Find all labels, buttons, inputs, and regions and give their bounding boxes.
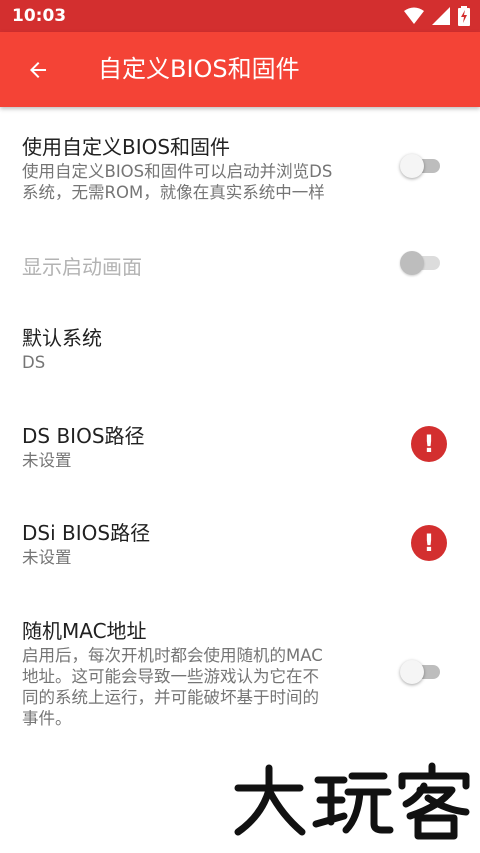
status-icons	[404, 6, 470, 26]
error-icon: !	[411, 525, 447, 561]
pref-ds-bios-path[interactable]: DS BIOS路径 未设置 !	[0, 405, 480, 495]
pref-summary-line: 启用后，每次开机时都会使用随机的MAC	[22, 646, 323, 665]
pref-summary: DS	[22, 353, 46, 372]
pref-dsi-bios-path[interactable]: DSi BIOS路径 未设置 !	[0, 503, 480, 593]
battery-charging-icon	[458, 6, 470, 26]
wifi-icon	[404, 7, 424, 24]
arrow-back-icon	[30, 62, 46, 78]
pref-title: DS BIOS路径	[22, 424, 145, 448]
pref-default-system[interactable]: 默认系统 DS	[0, 310, 480, 400]
use-custom-bios-switch[interactable]	[400, 152, 444, 180]
pref-summary-line: 同的系统上运行，并可能破坏基于时间的	[22, 688, 319, 707]
switch-thumb	[400, 154, 424, 178]
pref-title: DSi BIOS路径	[22, 521, 151, 545]
pref-summary: 未设置	[22, 548, 72, 567]
pref-title: 显示启动画面	[22, 255, 142, 279]
switch-thumb	[400, 660, 424, 684]
pref-show-boot-screen[interactable]: 显示启动画面	[0, 225, 480, 305]
pref-summary-line: 事件。	[22, 709, 72, 728]
watermark-logo	[234, 762, 470, 840]
show-boot-screen-switch[interactable]	[400, 249, 444, 277]
pref-title: 使用自定义BIOS和固件	[22, 135, 231, 159]
cell-signal-icon	[432, 7, 450, 25]
random-mac-switch[interactable]	[400, 658, 444, 686]
switch-thumb	[400, 251, 424, 275]
pref-summary-line: 使用自定义BIOS和固件可以启动并浏览DS	[22, 162, 333, 181]
pref-title: 默认系统	[22, 326, 102, 350]
error-icon: !	[411, 426, 447, 462]
status-time: 10:03	[12, 6, 67, 26]
pref-random-mac[interactable]: 随机MAC地址 启用后，每次开机时都会使用随机的MAC 地址。这可能会导致一些游…	[0, 603, 480, 753]
status-bar: 10:03	[0, 0, 480, 32]
page-title: 自定义BIOS和固件	[98, 55, 300, 83]
pref-title: 随机MAC地址	[22, 619, 147, 643]
back-button[interactable]	[16, 48, 60, 92]
pref-use-custom-bios[interactable]: 使用自定义BIOS和固件 使用自定义BIOS和固件可以启动并浏览DS 系统，无需…	[0, 107, 480, 217]
app-bar: 自定义BIOS和固件	[0, 32, 480, 107]
pref-summary-line: 系统，无需ROM，就像在真实系统中一样	[22, 183, 325, 202]
pref-summary: 未设置	[22, 451, 72, 470]
pref-summary-line: 地址。这可能会导致一些游戏认为它在不	[22, 667, 319, 686]
